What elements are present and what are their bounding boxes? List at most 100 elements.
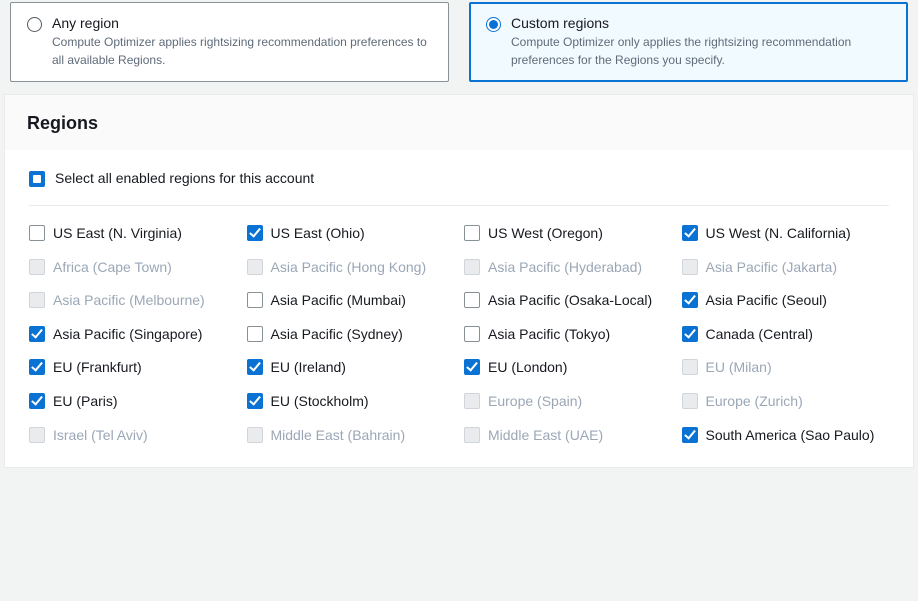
- region-item[interactable]: EU (London): [464, 358, 672, 378]
- region-checkbox[interactable]: [682, 427, 698, 443]
- region-checkbox[interactable]: [464, 359, 480, 375]
- regions-header: Regions: [5, 94, 913, 150]
- region-item[interactable]: Asia Pacific (Singapore): [29, 325, 237, 345]
- region-checkbox[interactable]: [247, 326, 263, 342]
- region-checkbox: [464, 427, 480, 443]
- option-custom-desc: Compute Optimizer only applies the right…: [511, 33, 891, 69]
- select-all-row[interactable]: Select all enabled regions for this acco…: [29, 170, 889, 206]
- region-option-row: Any region Compute Optimizer applies rig…: [2, 2, 916, 94]
- region-item[interactable]: Asia Pacific (Tokyo): [464, 325, 672, 345]
- region-item[interactable]: Canada (Central): [682, 325, 890, 345]
- region-checkbox[interactable]: [682, 326, 698, 342]
- select-all-label: Select all enabled regions for this acco…: [55, 170, 314, 186]
- region-item: Asia Pacific (Melbourne): [29, 291, 237, 311]
- radio-custom-regions[interactable]: [486, 17, 501, 32]
- option-custom-regions[interactable]: Custom regions Compute Optimizer only ap…: [469, 2, 908, 82]
- region-checkbox: [464, 259, 480, 275]
- option-custom-text: Custom regions Compute Optimizer only ap…: [511, 15, 891, 69]
- option-any-region[interactable]: Any region Compute Optimizer applies rig…: [10, 2, 449, 82]
- region-label: EU (Milan): [706, 358, 772, 378]
- region-item[interactable]: EU (Stockholm): [247, 392, 455, 412]
- region-item: Middle East (UAE): [464, 426, 672, 446]
- radio-any-region[interactable]: [27, 17, 42, 32]
- region-checkbox: [29, 292, 45, 308]
- region-item[interactable]: US East (N. Virginia): [29, 224, 237, 244]
- region-label: Asia Pacific (Osaka-Local): [488, 291, 652, 311]
- region-label: US West (N. California): [706, 224, 851, 244]
- region-checkbox: [247, 427, 263, 443]
- region-item: Middle East (Bahrain): [247, 426, 455, 446]
- region-item[interactable]: US West (Oregon): [464, 224, 672, 244]
- region-item: EU (Milan): [682, 358, 890, 378]
- regions-body: Select all enabled regions for this acco…: [5, 150, 913, 467]
- region-item: Africa (Cape Town): [29, 258, 237, 278]
- region-label: EU (Ireland): [271, 358, 346, 378]
- region-item: Asia Pacific (Jakarta): [682, 258, 890, 278]
- region-item: Europe (Zurich): [682, 392, 890, 412]
- region-label: US East (N. Virginia): [53, 224, 182, 244]
- region-label: Europe (Zurich): [706, 392, 803, 412]
- region-checkbox[interactable]: [247, 393, 263, 409]
- region-checkbox: [682, 393, 698, 409]
- region-checkbox[interactable]: [29, 326, 45, 342]
- region-item: Israel (Tel Aviv): [29, 426, 237, 446]
- region-item[interactable]: Asia Pacific (Mumbai): [247, 291, 455, 311]
- region-checkbox: [29, 259, 45, 275]
- region-checkbox[interactable]: [464, 225, 480, 241]
- region-label: Africa (Cape Town): [53, 258, 172, 278]
- region-checkbox[interactable]: [247, 359, 263, 375]
- region-item[interactable]: Asia Pacific (Sydney): [247, 325, 455, 345]
- option-any-title: Any region: [52, 15, 432, 31]
- region-item: Europe (Spain): [464, 392, 672, 412]
- region-checkbox[interactable]: [247, 225, 263, 241]
- region-label: Asia Pacific (Melbourne): [53, 291, 205, 311]
- region-label: Asia Pacific (Hyderabad): [488, 258, 642, 278]
- region-label: EU (Frankfurt): [53, 358, 142, 378]
- region-checkbox[interactable]: [464, 292, 480, 308]
- region-item[interactable]: US West (N. California): [682, 224, 890, 244]
- region-label: EU (Paris): [53, 392, 118, 412]
- region-checkbox[interactable]: [682, 225, 698, 241]
- region-label: Asia Pacific (Singapore): [53, 325, 202, 345]
- regions-panel: Regions Select all enabled regions for t…: [4, 94, 914, 468]
- region-checkbox: [29, 427, 45, 443]
- region-label: Europe (Spain): [488, 392, 582, 412]
- region-item[interactable]: US East (Ohio): [247, 224, 455, 244]
- region-label: US East (Ohio): [271, 224, 365, 244]
- region-item[interactable]: EU (Ireland): [247, 358, 455, 378]
- select-all-checkbox[interactable]: [29, 171, 45, 187]
- region-checkbox[interactable]: [247, 292, 263, 308]
- option-any-text: Any region Compute Optimizer applies rig…: [52, 15, 432, 69]
- region-checkbox[interactable]: [464, 326, 480, 342]
- region-checkbox[interactable]: [29, 393, 45, 409]
- region-label: Asia Pacific (Tokyo): [488, 325, 610, 345]
- option-custom-title: Custom regions: [511, 15, 891, 31]
- region-checkbox[interactable]: [29, 225, 45, 241]
- region-item: Asia Pacific (Hong Kong): [247, 258, 455, 278]
- regions-grid: US East (N. Virginia) US East (Ohio) US We…: [29, 224, 889, 445]
- region-label: Asia Pacific (Jakarta): [706, 258, 837, 278]
- region-item: Asia Pacific (Hyderabad): [464, 258, 672, 278]
- region-label: Canada (Central): [706, 325, 813, 345]
- region-item[interactable]: EU (Paris): [29, 392, 237, 412]
- region-label: EU (Stockholm): [271, 392, 369, 412]
- region-checkbox: [682, 359, 698, 375]
- region-label: Asia Pacific (Mumbai): [271, 291, 406, 311]
- region-label: Asia Pacific (Hong Kong): [271, 258, 427, 278]
- region-label: South America (Sao Paulo): [706, 426, 875, 446]
- region-label: Asia Pacific (Seoul): [706, 291, 827, 311]
- region-item[interactable]: South America (Sao Paulo): [682, 426, 890, 446]
- region-item[interactable]: Asia Pacific (Osaka-Local): [464, 291, 672, 311]
- region-checkbox: [682, 259, 698, 275]
- region-label: US West (Oregon): [488, 224, 603, 244]
- region-item[interactable]: EU (Frankfurt): [29, 358, 237, 378]
- region-label: EU (London): [488, 358, 567, 378]
- region-label: Israel (Tel Aviv): [53, 426, 148, 446]
- option-any-desc: Compute Optimizer applies rightsizing re…: [52, 33, 432, 69]
- region-checkbox: [464, 393, 480, 409]
- region-label: Asia Pacific (Sydney): [271, 325, 403, 345]
- region-checkbox[interactable]: [29, 359, 45, 375]
- region-item[interactable]: Asia Pacific (Seoul): [682, 291, 890, 311]
- region-label: Middle East (Bahrain): [271, 426, 406, 446]
- region-checkbox[interactable]: [682, 292, 698, 308]
